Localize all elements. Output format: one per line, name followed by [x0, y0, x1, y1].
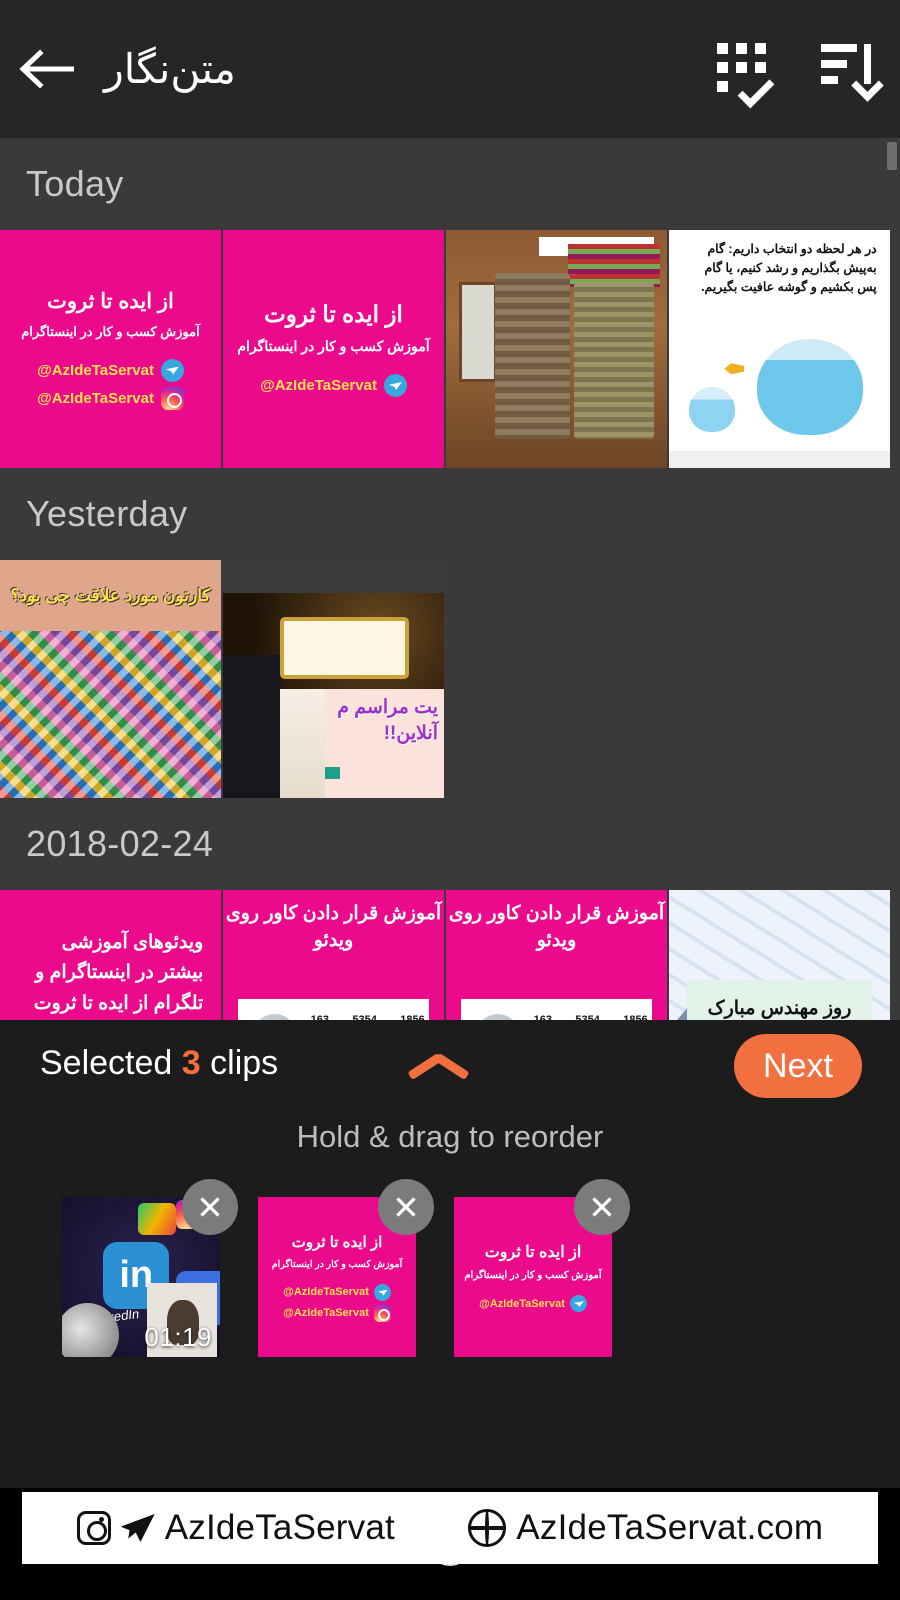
telegram-icon	[160, 358, 184, 382]
thumbnail-row-yesterday: کارتون مورد علاقت چی بود؟ یت مراسم م آنل…	[0, 560, 900, 798]
promo-subline: آموزش کسب و کار در اینستاگرام	[237, 338, 430, 354]
sort-button[interactable]	[795, 0, 900, 138]
remove-clip-button[interactable]: ✕	[574, 1179, 630, 1235]
promo-handle-telegram: @AzIdeTaServat	[266, 1283, 408, 1301]
watermark-overlay: AzIdeTaServat AzIdeTaServat.com	[22, 1492, 878, 1564]
telegram-icon	[383, 374, 407, 397]
grid-check-icon	[716, 43, 774, 109]
promo-handle-telegram: @AzIdeTaServat	[462, 1295, 604, 1312]
selected-clips-list: in LinkedIn f 01:19 ✕ از ایده تا ثروت آم…	[0, 1155, 900, 1357]
watermark-social: AzIdeTaServat	[76, 1508, 395, 1548]
page-title: متن‌نگار	[104, 46, 236, 92]
watermark-website: AzIdeTaServat.com	[468, 1508, 823, 1548]
instagram-icon	[373, 1304, 391, 1322]
handle-text: @AzIdeTaServat	[37, 389, 154, 407]
promo-subline: آموزش کسب و کار در اینستاگرام	[21, 323, 200, 339]
chevron-up-icon[interactable]	[410, 1052, 470, 1078]
selected-clip[interactable]: از ایده تا ثروت آموزش کسب و کار در اینست…	[454, 1179, 630, 1357]
promo-card: از ایده تا ثروت آموزش کسب و کار در اینست…	[223, 230, 444, 468]
promo-text: ویدئوهای آموزشی بیشتر در اینستاگرام و تل…	[33, 932, 204, 1014]
remove-clip-button[interactable]: ✕	[182, 1179, 238, 1235]
app-bar: متن‌نگار	[0, 0, 900, 138]
fishbowl-photo: در هر لحظه دو انتخاب داریم: گام به‌پیش ب…	[669, 230, 890, 468]
ceremony-photo: یت مراسم م آنلاین!!	[223, 560, 444, 798]
back-button[interactable]	[0, 0, 96, 138]
promo-card: از ایده تا ثروت آموزش کسب و کار در اینست…	[0, 230, 221, 468]
promo-headline: از ایده تا ثروت	[264, 301, 403, 327]
promo-handle-telegram: @AzIdeTaServat	[12, 358, 209, 382]
instagram-icon	[160, 386, 184, 410]
selected-prefix: Selected	[40, 1044, 173, 1082]
selected-count-label: Selected 3 clips	[40, 1044, 278, 1083]
selected-suffix: clips	[210, 1044, 279, 1082]
quote-text: در هر لحظه دو انتخاب داریم: گام به‌پیش ب…	[701, 241, 877, 295]
promo-subline: آموزش کسب و کار در اینستاگرام	[271, 1258, 403, 1270]
section-header-yesterday: Yesterday	[0, 468, 900, 560]
selected-clip[interactable]: از ایده تا ثروت آموزش کسب و کار در اینست…	[258, 1179, 434, 1357]
play-store-icon	[137, 1203, 176, 1236]
collage-title: کارتون مورد علاقت چی بود؟	[10, 585, 211, 605]
telegram-icon	[120, 1514, 155, 1542]
gallery-thumbnail[interactable]: ویدئوهای آموزشی بیشتر در اینستاگرام و تل…	[0, 890, 221, 1020]
promo-headline: از ایده تا ثروت	[47, 289, 174, 313]
section-header-date: 2018-02-24	[0, 798, 900, 890]
instagram-icon	[76, 1511, 111, 1545]
selected-clip[interactable]: in LinkedIn f 01:19 ✕	[62, 1179, 238, 1357]
clip-duration: 01:19	[144, 1322, 212, 1352]
next-button[interactable]: Next	[734, 1034, 862, 1098]
handle-text: @AzIdeTaServat	[260, 377, 377, 394]
gallery-thumbnail[interactable]: آموزش قرار دادن کاور روی ویدئو 163 5354 …	[223, 890, 444, 1020]
gallery-thumbnail[interactable]: از ایده تا ثروت آموزش کسب و کار در اینست…	[223, 230, 444, 468]
selection-panel: Selected 3 clips Next Hold & drag to reo…	[0, 1020, 900, 1488]
gallery-thumbnail[interactable]: در هر لحظه دو انتخاب داریم: گام به‌پیش ب…	[669, 230, 890, 468]
engineers-day-photo: روز مهندس مبارک	[669, 890, 890, 1020]
back-arrow-icon	[19, 49, 74, 89]
remove-clip-button[interactable]: ✕	[378, 1179, 434, 1235]
promo-subline: آموزش کسب و کار در اینستاگرام	[464, 1270, 602, 1281]
media-gallery[interactable]: Today از ایده تا ثروت آموزش کسب و کار در…	[0, 138, 900, 1020]
tutorial-title: آموزش قرار دادن کاور روی ویدئو	[448, 902, 665, 952]
cover-tutorial-card: آموزش قرار دادن کاور روی ویدئو 163 5354 …	[446, 890, 667, 1020]
promo-handle-telegram: @AzIdeTaServat	[235, 374, 432, 397]
close-icon: ✕	[392, 1188, 420, 1226]
cartoon-collage-photo: کارتون مورد علاقت چی بود؟	[0, 560, 221, 798]
gallery-thumbnail[interactable]: یت مراسم م آنلاین!!	[223, 560, 444, 798]
gallery-scrollbar[interactable]	[887, 142, 897, 170]
gallery-thumbnail[interactable]	[446, 230, 667, 468]
sort-descending-icon	[820, 44, 884, 102]
globe-icon	[468, 1509, 507, 1547]
tutorial-title: آموزش قرار دادن کاور روی ویدئو	[225, 902, 442, 952]
gallery-thumbnail[interactable]: کارتون مورد علاقت چی بود؟	[0, 560, 221, 798]
section-header-today: Today	[0, 138, 900, 230]
overlay-text: یت مراسم م آنلاین!!	[337, 697, 439, 744]
handle-text: @AzIdeTaServat	[283, 1307, 369, 1319]
selected-count: 3	[181, 1044, 201, 1082]
app-root: متن‌نگار Today	[0, 0, 900, 1600]
gallery-thumbnail[interactable]: آموزش قرار دادن کاور روی ویدئو 163 5354 …	[446, 890, 667, 1020]
watermark-handle: AzIdeTaServat	[164, 1508, 395, 1547]
gallery-thumbnail[interactable]: روز مهندس مبارک	[669, 890, 890, 1020]
thumbnail-row-date: ویدئوهای آموزشی بیشتر در اینستاگرام و تل…	[0, 890, 900, 1020]
cover-tutorial-card: آموزش قرار دادن کاور روی ویدئو 163 5354 …	[223, 890, 444, 1020]
select-all-button[interactable]	[690, 0, 795, 138]
promo-headline: از ایده تا ثروت	[484, 1244, 582, 1261]
reorder-hint: Hold & drag to reorder	[296, 1119, 604, 1154]
promo-handle-instagram: @AzIdeTaServat	[12, 386, 209, 410]
gallery-thumbnail[interactable]: از ایده تا ثروت آموزش کسب و کار در اینست…	[0, 230, 221, 468]
selection-panel-header: Selected 3 clips Next	[0, 1020, 900, 1115]
handle-text: @AzIdeTaServat	[283, 1286, 369, 1298]
promo-handle-instagram: @AzIdeTaServat	[266, 1304, 408, 1322]
handle-text: @AzIdeTaServat	[37, 361, 154, 379]
handle-text: @AzIdeTaServat	[479, 1297, 565, 1310]
watermark-url: AzIdeTaServat.com	[516, 1508, 824, 1547]
thumbnail-row-today: از ایده تا ثروت آموزش کسب و کار در اینست…	[0, 230, 900, 468]
promo-more-card: ویدئوهای آموزشی بیشتر در اینستاگرام و تل…	[0, 890, 221, 1020]
room-photo	[446, 230, 667, 468]
close-icon: ✕	[196, 1188, 224, 1226]
banner-text: روز مهندس مبارک	[707, 998, 852, 1020]
promo-headline: از ایده تا ثروت	[291, 1233, 383, 1251]
close-icon: ✕	[588, 1188, 616, 1226]
telegram-icon	[569, 1295, 587, 1312]
telegram-icon	[373, 1283, 391, 1301]
